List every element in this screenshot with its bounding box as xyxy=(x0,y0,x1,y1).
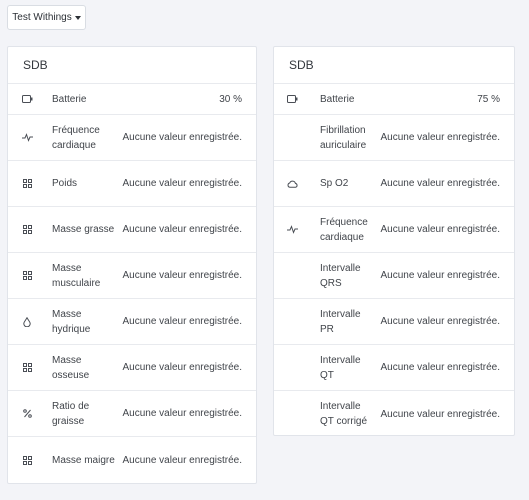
measure-row: Masse maigre Aucune valeur enregistrée. xyxy=(8,437,256,483)
measure-row: Masse grasse Aucune valeur enregistrée. xyxy=(8,207,256,253)
cloud-icon xyxy=(276,180,308,188)
measure-value: 30 % xyxy=(219,93,242,105)
measure-label: Ratio de graisse xyxy=(52,400,90,427)
measure-label: Batterie xyxy=(52,93,87,105)
caret-down-icon xyxy=(74,15,81,20)
measure-row: Sp O2 Aucune valeur enregistrée. xyxy=(274,161,514,207)
measure-value: Aucune valeur enregistrée. xyxy=(122,454,242,466)
measure-value: Aucune valeur enregistrée. xyxy=(122,270,242,281)
card-title: SDB xyxy=(8,47,256,84)
measure-label: Intervalle PR xyxy=(320,308,361,335)
measure-label: Fibrillation auriculaire xyxy=(320,124,367,151)
measure-row: Masse osseuse Aucune valeur enregistrée. xyxy=(8,345,256,391)
card-title: SDB xyxy=(274,47,514,84)
measure-value: Aucune valeur enregistrée. xyxy=(122,408,242,419)
measure-label: Fréquence cardiaque xyxy=(320,216,368,243)
measure-row: Batterie 30 % xyxy=(8,84,256,115)
measure-label: Masse maigre xyxy=(52,454,115,466)
heartbeat-icon xyxy=(276,225,308,234)
measure-label: Masse grasse xyxy=(52,224,115,235)
measure-label: Intervalle QT corrigé xyxy=(320,401,368,427)
heartbeat-icon xyxy=(11,133,43,142)
measure-label: Masse osseuse xyxy=(52,354,90,381)
measure-value: Aucune valeur enregistrée. xyxy=(122,362,242,373)
measure-row: Ratio de graisse Aucune valeur enregistr… xyxy=(8,391,256,437)
measure-row: Batterie 75 % xyxy=(274,84,514,115)
measure-value: Aucune valeur enregistrée. xyxy=(122,132,242,143)
measure-row: Poids Aucune valeur enregistrée. xyxy=(8,161,256,207)
device-dropdown-label: Test Withings xyxy=(12,12,72,23)
measure-label: Batterie xyxy=(320,93,355,105)
measure-row: Masse hydrique Aucune valeur enregistrée… xyxy=(8,299,256,345)
device-card: SDB Batterie 75 % Fibrillation auriculai… xyxy=(273,46,515,436)
measure-row: Masse musculaire Aucune valeur enregistr… xyxy=(8,253,256,299)
measure-label: Masse hydrique xyxy=(52,308,91,335)
battery-icon xyxy=(276,95,308,103)
measure-row: Intervalle QT corrigé Aucune valeur enre… xyxy=(274,391,514,437)
measure-label: Poids xyxy=(52,178,78,189)
measure-value: Aucune valeur enregistrée. xyxy=(122,178,242,189)
measure-value: Aucune valeur enregistrée. xyxy=(380,362,500,373)
measure-value: Aucune valeur enregistrée. xyxy=(380,408,500,420)
measure-value: Aucune valeur enregistrée. xyxy=(380,316,500,327)
measure-value: Aucune valeur enregistrée. xyxy=(380,132,500,143)
measure-row: Fréquence cardiaque Aucune valeur enregi… xyxy=(274,207,514,253)
measure-label: Intervalle QT xyxy=(320,354,361,381)
measure-label: Fréquence cardiaque xyxy=(52,124,100,151)
grid-icon xyxy=(11,455,43,465)
measure-value: 75 % xyxy=(477,93,500,105)
measure-label: Sp O2 xyxy=(320,178,349,189)
measure-row: Intervalle QRS Aucune valeur enregistrée… xyxy=(274,253,514,299)
measure-value: Aucune valeur enregistrée. xyxy=(122,224,242,235)
device-dropdown-button[interactable]: Test Withings xyxy=(7,5,86,30)
measure-row: Fibrillation auriculaire Aucune valeur e… xyxy=(274,115,514,161)
grid-icon xyxy=(11,179,43,188)
battery-icon xyxy=(11,95,43,103)
grid-icon xyxy=(11,225,43,234)
measure-value: Aucune valeur enregistrée. xyxy=(380,270,500,281)
measure-row: Intervalle PR Aucune valeur enregistrée. xyxy=(274,299,514,345)
measure-value: Aucune valeur enregistrée. xyxy=(380,178,500,189)
grid-icon xyxy=(11,271,43,280)
device-card: SDB Batterie 30 % Fréquence cardiaque Au… xyxy=(7,46,257,484)
measure-value: Aucune valeur enregistrée. xyxy=(122,316,242,327)
percent-icon xyxy=(11,409,43,418)
measure-value: Aucune valeur enregistrée. xyxy=(380,224,500,235)
measure-label: Masse musculaire xyxy=(52,262,101,289)
measure-row: Fréquence cardiaque Aucune valeur enregi… xyxy=(8,115,256,161)
drop-icon xyxy=(11,316,43,327)
grid-icon xyxy=(11,363,43,372)
measure-label: Intervalle QRS xyxy=(320,262,361,289)
measure-row: Intervalle QT Aucune valeur enregistrée. xyxy=(274,345,514,391)
